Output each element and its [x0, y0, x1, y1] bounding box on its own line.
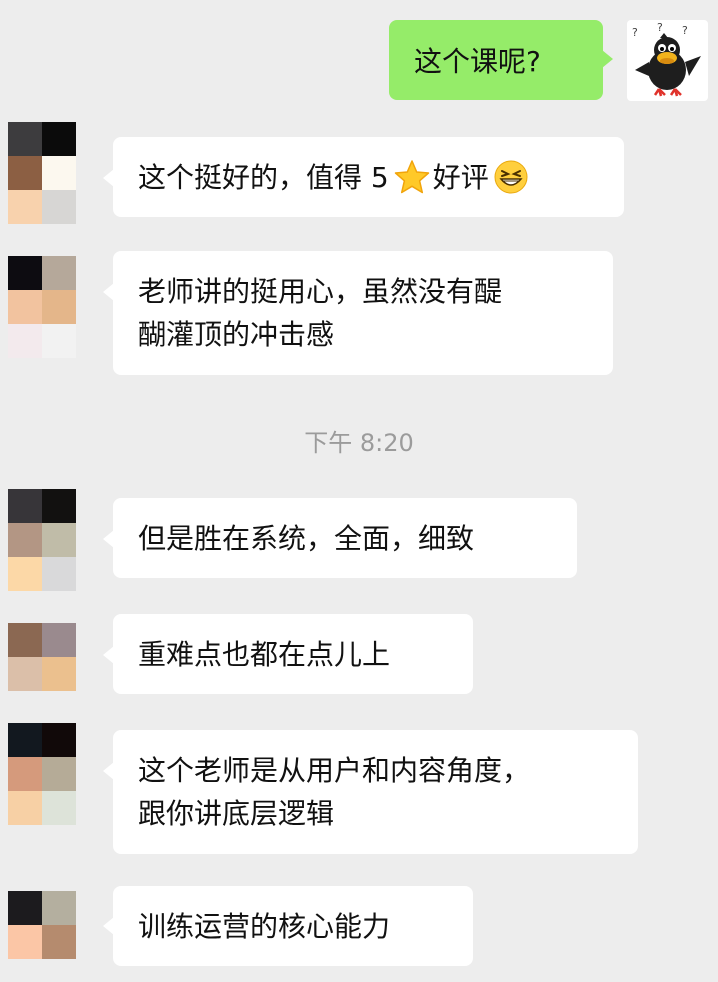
svg-text:?: ?	[657, 21, 663, 34]
contact-avatar[interactable]	[8, 891, 76, 959]
message-line: 跟你讲底层逻辑	[138, 797, 335, 830]
message-text: 但是胜在系统，全面，细致	[138, 521, 475, 555]
incoming-message-bubble[interactable]: 这个挺好的，值得 5 好评	[113, 137, 624, 217]
contact-avatar[interactable]	[8, 723, 76, 825]
message-line: 老师讲的挺用心，虽然没有醍	[138, 275, 503, 308]
incoming-message-bubble[interactable]: 老师讲的挺用心，虽然没有醍 醐灌顶的冲击感	[113, 251, 613, 375]
outgoing-message-bubble[interactable]: 这个课呢?	[389, 20, 603, 100]
message-line: 醐灌顶的冲击感	[138, 318, 335, 351]
contact-avatar[interactable]	[8, 623, 76, 691]
incoming-message-bubble[interactable]: 但是胜在系统，全面，细致	[113, 498, 577, 578]
timestamp: 下午 8:20	[304, 429, 414, 457]
message-text: 这个课呢?	[414, 45, 541, 78]
message-text: 重难点也都在点儿上	[138, 637, 391, 671]
contact-avatar[interactable]	[8, 489, 76, 591]
message-text: 好评	[432, 160, 489, 194]
incoming-message-bubble[interactable]: 重难点也都在点儿上	[113, 614, 473, 694]
contact-avatar[interactable]	[8, 256, 76, 358]
contact-avatar[interactable]	[8, 122, 76, 224]
message-text: 训练运营的核心能力	[138, 909, 391, 943]
chat-window: 这个课呢? ? ? ? 这个挺好的，值得 5 好评 老师讲的挺用心，虽然没有醍 …	[0, 0, 718, 982]
svg-text:?: ?	[682, 24, 688, 37]
incoming-message-bubble[interactable]: 这个老师是从用户和内容角度， 跟你讲底层逻辑	[113, 730, 638, 854]
bubble-tail	[602, 50, 613, 68]
svg-text:?: ?	[632, 26, 638, 39]
star-icon	[394, 160, 429, 194]
grin-emoji-icon	[494, 160, 528, 194]
self-avatar[interactable]: ? ? ?	[627, 20, 708, 101]
incoming-message-bubble[interactable]: 训练运营的核心能力	[113, 886, 473, 966]
message-text: 这个挺好的，值得 5	[138, 160, 389, 194]
crow-avatar-icon: ? ? ?	[632, 21, 701, 97]
message-line: 这个老师是从用户和内容角度，	[138, 754, 531, 787]
